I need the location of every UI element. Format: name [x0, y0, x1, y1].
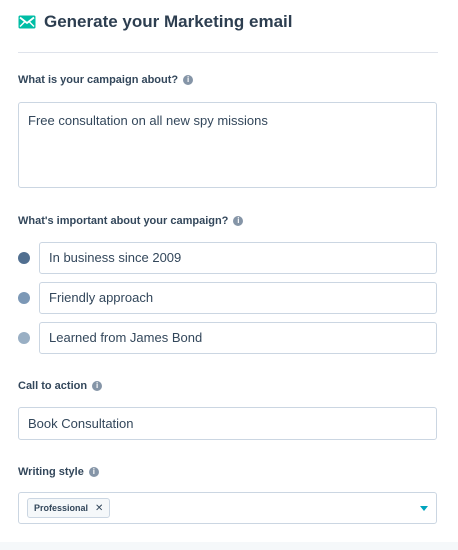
tag-label: Professional [34, 503, 89, 513]
info-icon[interactable]: i [92, 381, 103, 391]
writing-style-label: Writing style i [18, 466, 99, 478]
campaign-about-textarea[interactable]: Free consultation on all new spy mission… [18, 102, 437, 188]
important-item-input[interactable]: Learned from James Bond [39, 322, 437, 354]
header-divider [18, 52, 438, 53]
important-item-1: In business since 2009 [18, 242, 437, 274]
campaign-about-label-text: What is your campaign about? [18, 74, 179, 86]
writing-style-label-text: Writing style [18, 466, 84, 478]
chevron-down-icon[interactable] [420, 505, 428, 511]
important-item-input[interactable]: In business since 2009 [39, 242, 437, 274]
info-icon[interactable]: i [233, 216, 244, 226]
cta-label-text: Call to action [18, 380, 88, 392]
info-icon[interactable]: i [183, 75, 194, 85]
page-title: Generate your Marketing email [44, 12, 293, 31]
important-label-text: What's important about your campaign? [18, 215, 229, 227]
writing-style-tag: Professional ✕ [27, 498, 111, 518]
bullet-dot-icon [18, 332, 30, 344]
email-generator-panel: Generate your Marketing email What is yo… [0, 0, 458, 550]
cta-input[interactable]: Book Consultation [18, 407, 437, 440]
writing-style-select[interactable]: Professional ✕ [18, 492, 437, 524]
important-item-input[interactable]: Friendly approach [39, 282, 437, 314]
important-item-3: Learned from James Bond [18, 322, 437, 354]
bullet-dot-icon [18, 252, 30, 264]
bullet-dot-icon [18, 292, 30, 304]
footer-bar [0, 542, 458, 550]
panel-header: Generate your Marketing email [18, 12, 292, 32]
important-item-2: Friendly approach [18, 282, 437, 314]
important-label: What's important about your campaign? i [18, 215, 244, 227]
close-icon[interactable]: ✕ [95, 503, 103, 514]
campaign-about-label: What is your campaign about? i [18, 74, 194, 86]
email-icon [18, 15, 36, 29]
info-icon[interactable]: i [88, 467, 99, 477]
cta-label: Call to action i [18, 380, 103, 392]
